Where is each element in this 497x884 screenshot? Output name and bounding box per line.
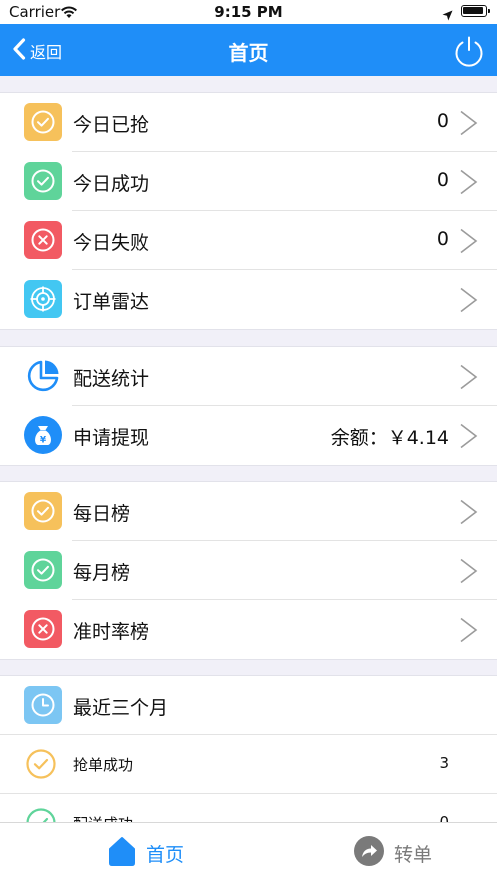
- nav-bar: 返回 首页: [0, 24, 497, 76]
- chevron-right-icon: [459, 110, 479, 140]
- list-item-label: 今日失败: [73, 232, 150, 254]
- list-item-label: 每日榜: [73, 503, 131, 525]
- list-item-today-grabbed[interactable]: 今日已抢 0: [0, 93, 497, 152]
- list-item-ontime-rank[interactable]: 准时率榜: [0, 600, 497, 659]
- chevron-right-icon: [459, 228, 479, 258]
- list-item-order-radar[interactable]: 订单雷达: [0, 270, 497, 329]
- list-item-today-success[interactable]: 今日成功 0: [0, 152, 497, 211]
- share-arrow-icon: [354, 836, 384, 870]
- battery-icon: [461, 5, 490, 17]
- svg-text:¥: ¥: [40, 436, 47, 446]
- leaderboard-section: 每日榜 每月榜 准时率榜: [0, 481, 497, 660]
- back-button[interactable]: 返回: [12, 38, 63, 64]
- clock: 9:15 PM: [214, 3, 283, 21]
- list-item-label: 今日成功: [73, 173, 150, 195]
- check-circle-icon: [24, 103, 62, 141]
- list-item-label: 今日已抢: [73, 114, 150, 136]
- tab-label: 首页: [146, 843, 185, 866]
- status-bar: Carrier 9:15 PM: [0, 0, 497, 24]
- stat-label: 抢单成功: [73, 756, 134, 774]
- list-item-value: 0: [436, 228, 449, 250]
- chevron-right-icon: [459, 617, 479, 647]
- list-item-label: 配送统计: [73, 368, 150, 390]
- tab-home[interactable]: 首页: [108, 837, 184, 869]
- balance-value: 余额：￥4.14: [330, 427, 449, 449]
- recent-three-months-header: 最近三个月: [0, 676, 497, 735]
- list-item-withdraw[interactable]: ¥ 申请提现 余额：￥4.14: [0, 406, 497, 465]
- pie-chart-icon: [24, 357, 62, 395]
- radar-icon: [24, 280, 62, 318]
- chevron-right-icon: [459, 423, 479, 453]
- home-icon: [108, 836, 136, 870]
- check-circle-icon: [24, 162, 62, 200]
- tab-bar: 首页 转单: [0, 822, 497, 884]
- delivery-section: 配送统计 ¥ 申请提现 余额：￥4.14: [0, 346, 497, 466]
- list-item-label: 准时率榜: [73, 621, 150, 643]
- back-label: 返回: [30, 43, 63, 62]
- list-item-label: 订单雷达: [73, 291, 150, 313]
- page-title: 首页: [228, 41, 269, 65]
- stat-row-grab-success: 抢单成功 3: [0, 735, 497, 794]
- chevron-right-icon: [459, 169, 479, 199]
- today-stats-section: 今日已抢 0 今日成功 0 今日失败 0 订单雷达: [0, 92, 497, 330]
- list-item-delivery-stats[interactable]: 配送统计: [0, 347, 497, 406]
- stat-value: 3: [439, 754, 449, 772]
- money-bag-icon: ¥: [24, 416, 62, 454]
- list-item-today-failed[interactable]: 今日失败 0: [0, 211, 497, 270]
- x-circle-icon: [24, 221, 62, 259]
- list-item-monthly-rank[interactable]: 每月榜: [0, 541, 497, 600]
- chevron-right-icon: [459, 287, 479, 317]
- location-icon: [442, 6, 453, 25]
- power-icon: [455, 36, 483, 67]
- power-button[interactable]: [452, 34, 486, 68]
- list-item-label: 每月榜: [73, 562, 131, 584]
- check-circle-icon: [22, 745, 60, 783]
- list-item-label: 申请提现: [73, 427, 150, 449]
- check-circle-icon: [24, 492, 62, 530]
- chevron-right-icon: [459, 558, 479, 588]
- section-header-label: 最近三个月: [73, 697, 169, 719]
- x-circle-icon: [24, 610, 62, 648]
- tab-transfer[interactable]: 转单: [354, 836, 433, 870]
- chevron-right-icon: [459, 499, 479, 529]
- list-item-value: 0: [436, 169, 449, 191]
- tab-label: 转单: [394, 843, 433, 866]
- check-circle-icon: [24, 551, 62, 589]
- chevron-left-icon: [12, 38, 26, 64]
- chevron-right-icon: [459, 364, 479, 394]
- clock-icon: [24, 686, 62, 724]
- list-item-daily-rank[interactable]: 每日榜: [0, 482, 497, 541]
- list-item-value: 0: [436, 110, 449, 132]
